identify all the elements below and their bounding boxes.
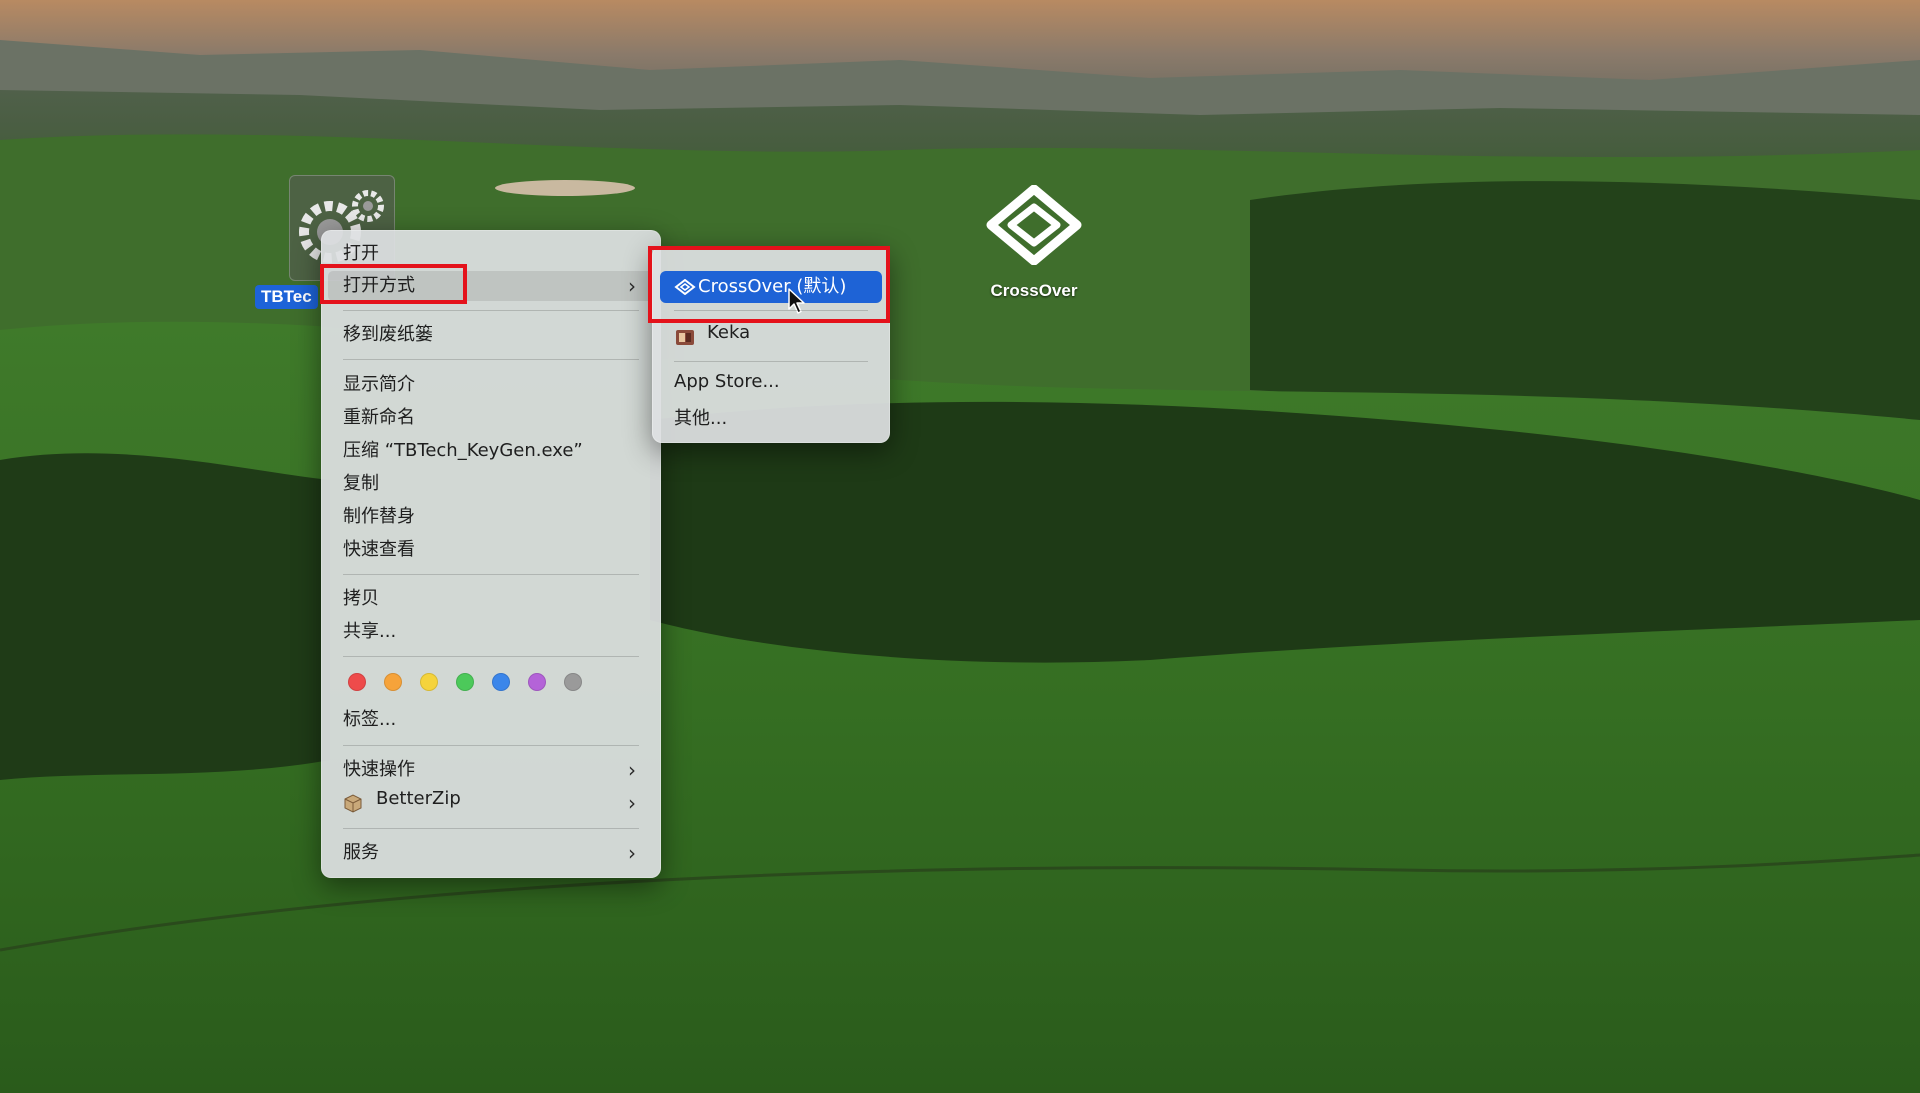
submenu-item-keka[interactable]: Keka [707, 322, 750, 352]
keka-icon [676, 330, 694, 345]
menu-item-betterzip[interactable]: BetterZip › [328, 788, 654, 818]
menu-item-quick-actions[interactable]: 快速操作 › [328, 755, 654, 785]
crossover-app-icon[interactable] [985, 185, 1083, 265]
menu-separator [674, 361, 868, 362]
annotation-box-crossover [648, 246, 890, 323]
tag-color-dot[interactable] [384, 673, 402, 691]
chevron-right-icon: › [628, 758, 636, 782]
annotation-box-open-with [320, 264, 467, 304]
menu-item-quick-actions-label: 快速操作 [343, 759, 415, 780]
menu-item-quick-look[interactable]: 快速查看 [343, 535, 415, 565]
betterzip-icon [344, 794, 362, 813]
menu-item-rename[interactable]: 重新命名 [343, 403, 415, 433]
submenu-item-other[interactable]: 其他... [674, 404, 727, 434]
menu-separator [343, 828, 639, 829]
menu-item-tags[interactable]: 标签... [343, 705, 396, 735]
menu-item-compress[interactable]: 压缩 “TBTech_KeyGen.exe” [343, 436, 583, 466]
tag-color-dot[interactable] [348, 673, 366, 691]
menu-separator [343, 745, 639, 746]
menu-item-services-label: 服务 [343, 842, 379, 863]
menu-item-services[interactable]: 服务 › [328, 838, 654, 868]
submenu-item-app-store[interactable]: App Store... [674, 371, 780, 401]
tag-color-dot[interactable] [564, 673, 582, 691]
menu-item-copy[interactable]: 拷贝 [343, 584, 379, 614]
menu-item-get-info[interactable]: 显示简介 [343, 370, 415, 400]
menu-separator [343, 574, 639, 575]
context-menu: 打开 打开方式 › 移到废纸篓 显示简介 重新命名 压缩 “TBTech_Key… [321, 230, 661, 878]
menu-separator [343, 656, 639, 657]
desktop-wallpaper [0, 0, 1920, 1093]
crossover-desktop-label[interactable]: CrossOver [960, 281, 1108, 301]
chevron-right-icon: › [628, 274, 636, 298]
menu-item-betterzip-label: BetterZip [376, 788, 461, 809]
menu-item-make-alias[interactable]: 制作替身 [343, 502, 415, 532]
menu-item-duplicate[interactable]: 复制 [343, 469, 379, 499]
tag-color-dot[interactable] [420, 673, 438, 691]
menu-separator [343, 310, 639, 311]
menu-separator [343, 359, 639, 360]
tag-color-dot[interactable] [492, 673, 510, 691]
chevron-right-icon: › [628, 841, 636, 865]
tag-color-dot[interactable] [456, 673, 474, 691]
chevron-right-icon: › [628, 791, 636, 815]
menu-item-move-to-trash[interactable]: 移到废纸篓 [343, 320, 433, 350]
tag-color-dot[interactable] [528, 673, 546, 691]
menu-item-share[interactable]: 共享... [343, 617, 396, 647]
file-name-label[interactable]: TBTec [255, 285, 318, 309]
desktop: TBTec CrossOver [0, 0, 1920, 1093]
